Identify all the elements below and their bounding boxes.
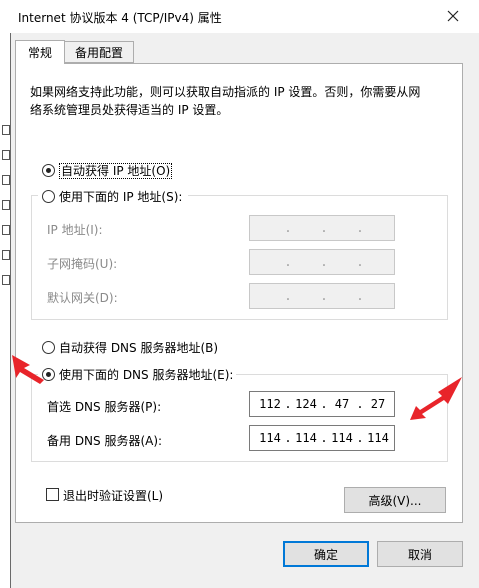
description-line-1: 如果网络支持此功能，则可以获取自动指派的 IP 设置。否则，你需要从网 xyxy=(30,85,421,99)
advanced-button[interactable]: 高级(V)... xyxy=(344,487,446,513)
ip-address-label: IP 地址(I): xyxy=(47,223,103,237)
tab-general-label: 常规 xyxy=(27,46,52,60)
tab-alternate-configuration[interactable]: 备用配置 xyxy=(64,41,134,63)
tab-alternate-label: 备用配置 xyxy=(74,45,123,60)
default-gateway-label: 默认网关(D): xyxy=(47,291,118,305)
radio-auto-ip[interactable] xyxy=(42,164,55,177)
ip-address-input[interactable]: ... xyxy=(249,215,395,241)
close-button[interactable] xyxy=(440,4,466,28)
validate-settings-label[interactable]: 退出时验证设置(L) xyxy=(63,487,163,504)
radio-manual-dns[interactable] xyxy=(42,368,55,381)
radio-auto-dns-label[interactable]: 自动获得 DNS 服务器地址(B) xyxy=(59,339,218,356)
ok-button[interactable]: 确定 xyxy=(283,541,369,567)
preferred-dns-label: 首选 DNS 服务器(P): xyxy=(47,400,162,414)
background-checkbox xyxy=(2,250,10,260)
background-checkbox xyxy=(2,200,10,210)
radio-manual-dns-label[interactable]: 使用下面的 DNS 服务器地址(E): xyxy=(59,366,233,383)
subnet-mask-label: 子网掩码(U): xyxy=(47,257,118,271)
default-gateway-input[interactable]: ... xyxy=(249,283,395,309)
background-checkbox xyxy=(2,175,10,185)
tab-general[interactable]: 常规 xyxy=(15,40,65,64)
radio-auto-ip-label[interactable]: 自动获得 IP 地址(O) xyxy=(59,162,173,179)
background-checkbox xyxy=(2,125,10,135)
radio-auto-dns[interactable] xyxy=(42,341,55,354)
alternate-dns-label: 备用 DNS 服务器(A): xyxy=(47,434,163,448)
background-checkbox xyxy=(2,150,10,160)
alternate-dns-input[interactable]: 114 . 114 . 114 . 114 xyxy=(249,425,395,451)
background-checkbox xyxy=(2,225,10,235)
radio-manual-ip-label[interactable]: 使用下面的 IP 地址(S): xyxy=(59,188,182,205)
cancel-button[interactable]: 取消 xyxy=(377,541,463,567)
background-checkbox xyxy=(2,275,10,285)
validate-settings-checkbox[interactable] xyxy=(46,488,59,501)
window-title: Internet 协议版本 4 (TCP/IPv4) 属性 xyxy=(18,11,222,25)
subnet-mask-input[interactable]: ... xyxy=(249,249,395,275)
description-line-2: 络系统管理员处获得适当的 IP 设置。 xyxy=(30,103,229,117)
radio-manual-ip[interactable] xyxy=(42,190,55,203)
preferred-dns-input[interactable]: 112 . 124 . 47 . 27 xyxy=(249,391,395,417)
close-icon xyxy=(447,10,459,22)
